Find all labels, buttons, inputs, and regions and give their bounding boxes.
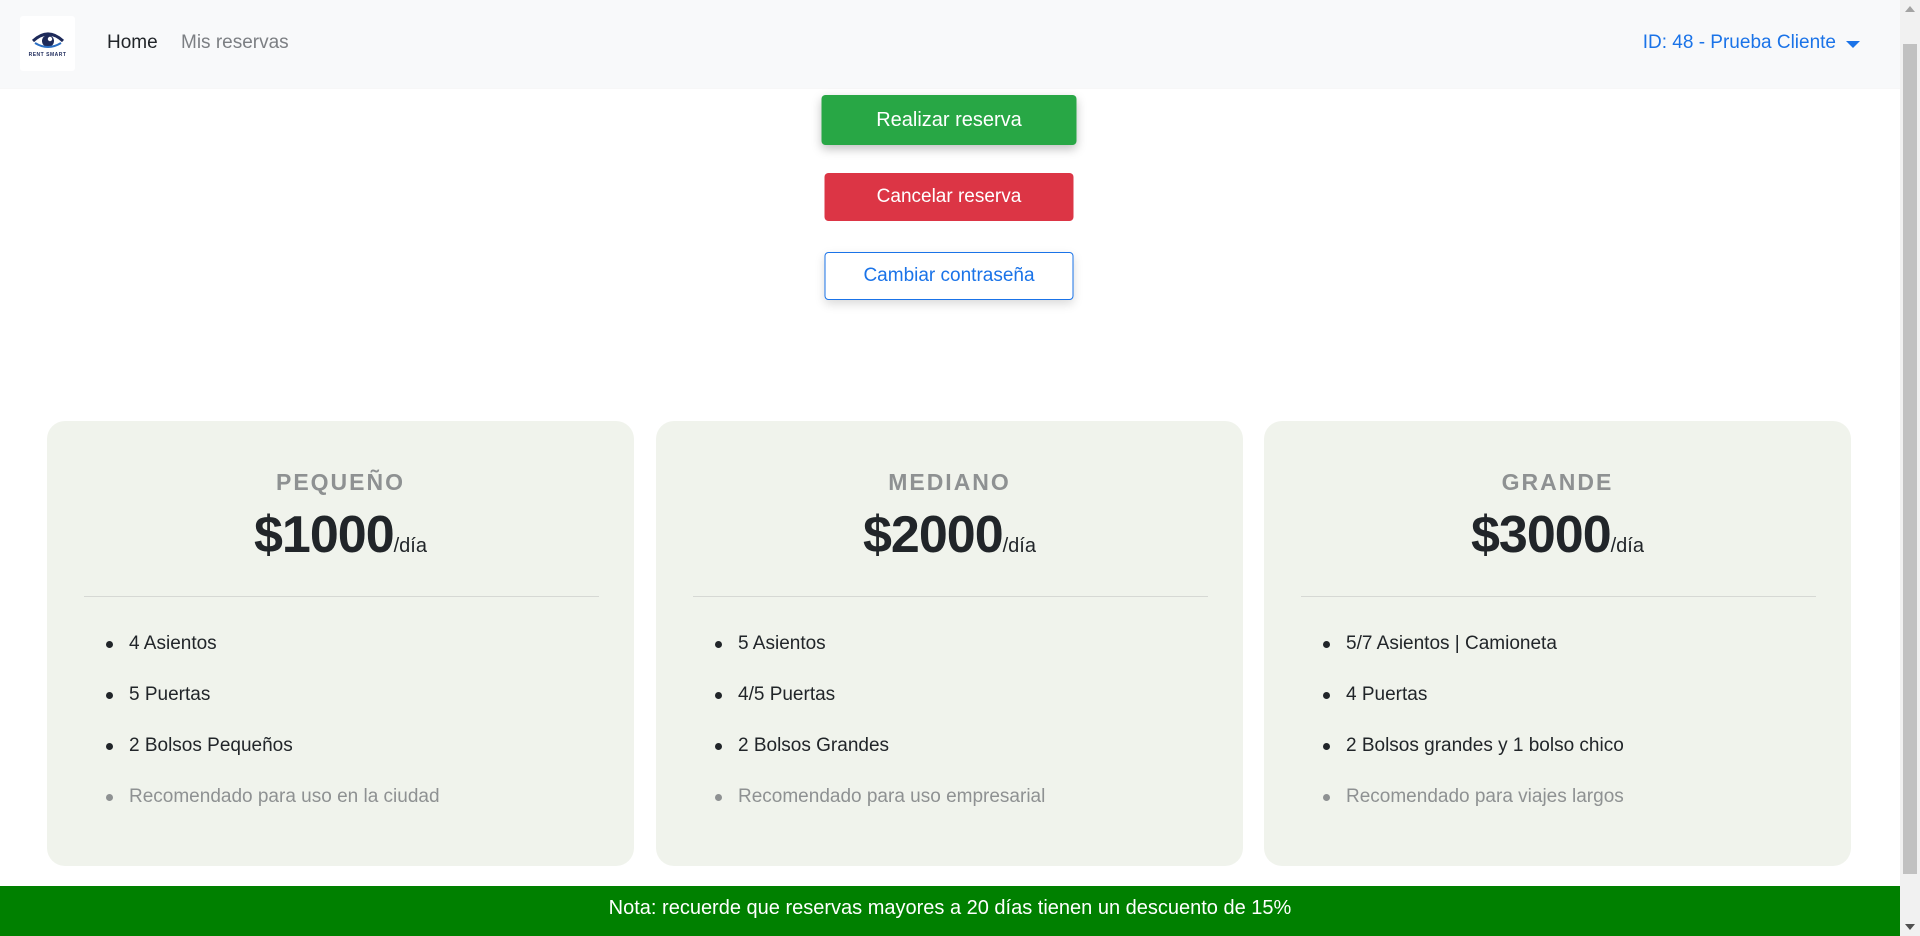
plan-price-unit: /día [393,535,427,557]
plan-recommendation: Recomendado para uso empresarial [714,784,1045,810]
nav-link-home[interactable]: Home [107,30,158,56]
nav-link-mis-reservas[interactable]: Mis reservas [181,30,289,56]
user-dropdown[interactable]: ID: 48 - Prueba Cliente [1643,30,1860,56]
plan-price-unit: /día [1002,535,1036,557]
plan-card-mediano: MEDIANO $2000/día 5 Asientos 4/5 Puertas… [656,421,1243,866]
plan-price-amount: $1000 [254,506,395,564]
plan-recommendation: Recomendado para viajes largos [1323,784,1624,810]
plan-price-amount: $2000 [863,506,1004,564]
card-divider [693,596,1208,597]
feature-item: 4/5 Puertas [714,682,1045,708]
plan-features: 5/7 Asientos | Camioneta 4 Puertas 2 Bol… [1301,631,1624,835]
feature-item: 5 Asientos [714,631,1045,657]
scroll-thumb[interactable] [1903,44,1917,874]
plan-price: $3000/día [1264,505,1851,565]
plan-card-grande: GRANDE $3000/día 5/7 Asientos | Camionet… [1264,421,1851,866]
navbar: RENT SMART Home Mis reservas ID: 48 - Pr… [0,0,1900,88]
plan-title: MEDIANO [888,469,1011,495]
feature-item: 5/7 Asientos | Camioneta [1323,631,1624,657]
feature-item: 2 Bolsos Grandes [714,733,1045,759]
feature-item: 2 Bolsos Pequeños [106,733,440,759]
logo-text: RENT SMART [28,52,67,58]
card-divider [84,596,599,597]
vertical-scrollbar[interactable] [1900,0,1920,936]
plan-features: 4 Asientos 5 Puertas 2 Bolsos Pequeños R… [84,631,440,835]
feature-item: 4 Asientos [106,631,440,657]
plan-title: GRANDE [1501,469,1614,495]
plan-features: 5 Asientos 4/5 Puertas 2 Bolsos Grandes … [693,631,1045,835]
feature-item: 4 Puertas [1323,682,1624,708]
feature-item: 2 Bolsos grandes y 1 bolso chico [1323,733,1624,759]
brand-logo[interactable]: RENT SMART [20,16,75,71]
user-dropdown-label: ID: 48 - Prueba Cliente [1642,32,1836,53]
discount-note-footer: Nota: recuerde que reservas mayores a 20… [0,886,1900,936]
plan-price-amount: $3000 [1471,506,1612,564]
footer-note-text: Nota: recuerde que reservas mayores a 20… [608,896,1292,919]
scroll-up-arrow-icon[interactable] [1905,6,1915,12]
caret-down-icon [1846,40,1860,48]
plan-recommendation: Recomendado para uso en la ciudad [106,784,440,810]
plan-title: PEQUEÑO [275,469,406,495]
plan-price: $2000/día [656,505,1243,565]
feature-item: 5 Puertas [106,682,440,708]
card-divider [1301,596,1816,597]
scroll-down-arrow-icon[interactable] [1905,924,1915,930]
cambiar-contrasena-button[interactable]: Cambiar contraseña [824,252,1074,300]
plan-price: $1000/día [47,505,634,565]
eye-logo-icon [31,32,64,48]
page: RENT SMART Home Mis reservas ID: 48 - Pr… [0,0,1920,936]
realizar-reserva-button[interactable]: Realizar reserva [821,95,1077,145]
plan-card-pequeno: PEQUEÑO $1000/día 4 Asientos 5 Puertas 2… [47,421,634,866]
plan-price-unit: /día [1610,535,1644,557]
cancelar-reserva-button[interactable]: Cancelar reserva [824,173,1074,221]
